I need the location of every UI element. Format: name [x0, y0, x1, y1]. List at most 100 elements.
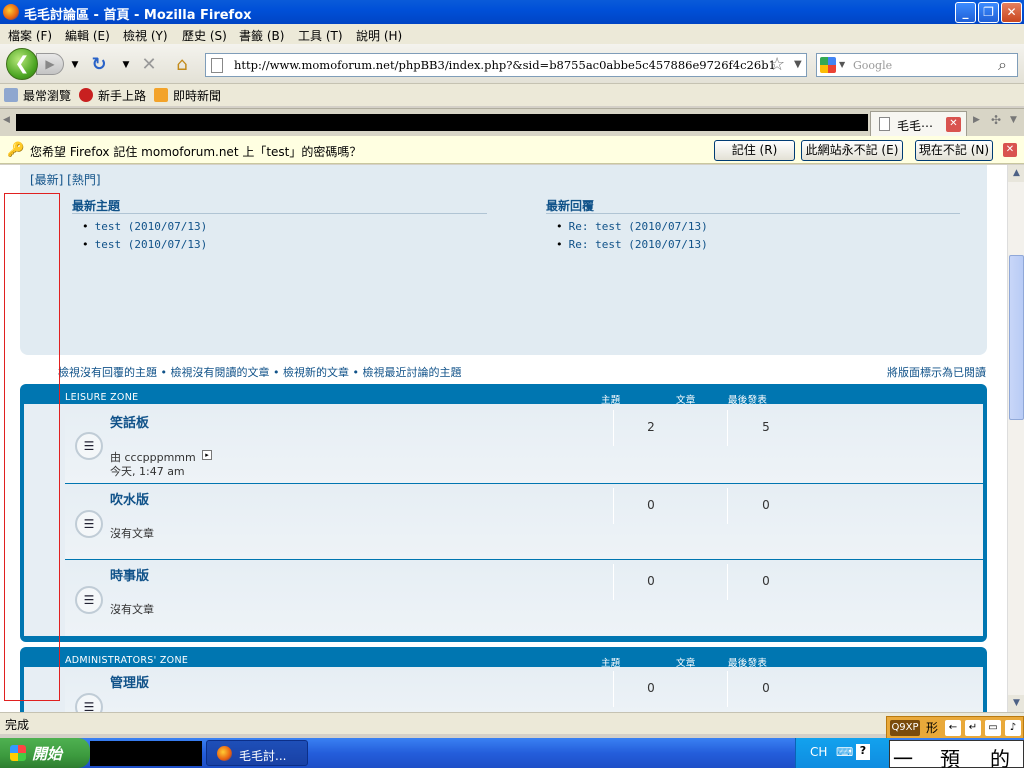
- ime-enter-icon[interactable]: ↵: [965, 720, 981, 736]
- tab-scroll-left-icon[interactable]: ◀: [3, 115, 10, 125]
- divider: [613, 564, 614, 600]
- menu-bar: 檔案 (F) 編輯 (E) 檢視 (Y) 歷史 (S) 書籤 (B) 工具 (T…: [0, 24, 1024, 44]
- close-tab-icon[interactable]: ✕: [946, 117, 961, 132]
- ime-candidate-window: 一 預 的: [889, 740, 1024, 768]
- divider: [727, 488, 728, 524]
- reload-dropdown-icon[interactable]: ▼: [115, 54, 137, 76]
- menu-tools[interactable]: 工具 (T): [298, 27, 343, 44]
- ime-toolbar: Q9XP 形 ← ↵ ▭ ♪: [886, 716, 1024, 740]
- language-indicator[interactable]: CH: [810, 745, 827, 759]
- menu-edit[interactable]: 編輯 (E): [65, 27, 110, 44]
- reload-icon[interactable]: ↻: [88, 54, 110, 76]
- search-box[interactable]: ▼ Google ⌕: [816, 53, 1018, 77]
- forward-button[interactable]: ▶: [36, 53, 64, 75]
- mark-forums-read-link[interactable]: 將版面標示為已閱讀: [887, 364, 986, 380]
- view-latest-post-icon[interactable]: ▸: [202, 450, 212, 460]
- search-icon[interactable]: ⌕: [998, 55, 1007, 75]
- menu-view[interactable]: 檢視 (Y): [123, 27, 168, 44]
- divider: [613, 410, 614, 446]
- scroll-down-icon[interactable]: ▼: [1008, 695, 1024, 712]
- history-dropdown-icon[interactable]: ▼: [64, 54, 86, 76]
- ime-sound-icon[interactable]: ♪: [1005, 720, 1021, 736]
- folder-icon: [4, 88, 18, 102]
- forum-topic-count: 0: [647, 681, 655, 695]
- url-dropdown-icon[interactable]: ▼: [794, 59, 802, 70]
- page-icon: [879, 117, 890, 131]
- search-placeholder: Google: [853, 59, 893, 72]
- vertical-scrollbar[interactable]: ▲ ▼: [1007, 165, 1024, 712]
- stop-icon[interactable]: ✕: [138, 54, 160, 76]
- back-button[interactable]: ❮: [6, 48, 38, 80]
- forum-read-icon: ☰: [75, 432, 103, 460]
- system-tray: CH ⌨ ?: [795, 738, 890, 768]
- status-bar: 完成: [0, 712, 1024, 734]
- forum-post-count: 5: [762, 420, 770, 434]
- address-bar[interactable]: http://www.momoforum.net/phpBB3/index.ph…: [205, 53, 807, 77]
- help-icon[interactable]: ?: [856, 744, 870, 760]
- search-engine-dropdown-icon[interactable]: ▼: [839, 60, 845, 69]
- forum-name[interactable]: 管理版: [110, 672, 149, 691]
- page-content: [最新] [熱門] 最新主題 test (2010/07/13) test (2…: [0, 165, 1007, 712]
- menu-history[interactable]: 歷史 (S): [182, 27, 227, 44]
- forum-name[interactable]: 時事版: [110, 565, 149, 584]
- tab-scroll-right-icon[interactable]: ▶: [973, 115, 980, 125]
- forum-read-icon: ☰: [75, 586, 103, 614]
- window-title: 毛毛討論區 - 首頁 - Mozilla Firefox: [24, 8, 252, 23]
- forum-post-count: 0: [762, 498, 770, 512]
- category-title[interactable]: ADMINISTRATORS' ZONE: [65, 655, 188, 666]
- not-now-button[interactable]: 現在不記 (N): [915, 140, 993, 161]
- redacted-tabs: [16, 114, 868, 131]
- recent-topics-panel: [最新] [熱門] 最新主題 test (2010/07/13) test (2…: [20, 165, 987, 355]
- last-post-time: 今天, 1:47 am: [110, 465, 185, 478]
- scroll-up-icon[interactable]: ▲: [1008, 165, 1024, 182]
- new-topic-link[interactable]: test (2010/07/13): [82, 220, 208, 233]
- new-reply-link[interactable]: Re: test (2010/07/13): [556, 238, 708, 251]
- menu-bookmarks[interactable]: 書籤 (B): [239, 27, 284, 44]
- forum-list: ☰ 笑話板 2 5 由 cccpppmmm ▸ 今天, 1:47 am ☰ 吹水…: [24, 404, 983, 636]
- forum-name[interactable]: 吹水版: [110, 489, 149, 508]
- ime-candidate[interactable]: 一: [893, 743, 913, 768]
- start-button[interactable]: 開始: [0, 738, 90, 768]
- ime-candidate[interactable]: 預: [940, 743, 960, 768]
- window-title-bar[interactable]: 毛毛討論區 - 首頁 - Mozilla Firefox _ ❐ ✕: [0, 0, 1024, 24]
- forum-name[interactable]: 笑話板: [110, 412, 149, 431]
- password-notification-bar: 🔑 您希望 Firefox 記住 momoforum.net 上「test」的密…: [0, 136, 1024, 164]
- list-all-tabs-icon[interactable]: ▼: [1010, 115, 1017, 125]
- menu-file[interactable]: 檔案 (F): [8, 27, 52, 44]
- restore-button[interactable]: ❐: [978, 2, 999, 23]
- scroll-thumb[interactable]: [1009, 255, 1024, 420]
- ime-candidate[interactable]: 的: [990, 743, 1010, 768]
- quick-links[interactable]: 檢視沒有回覆的主題 • 檢視沒有閱讀的文章 • 檢視新的文章 • 檢視最近討論的…: [58, 364, 461, 380]
- menu-help[interactable]: 說明 (H): [356, 27, 402, 44]
- close-window-button[interactable]: ✕: [1001, 2, 1022, 23]
- google-icon[interactable]: [820, 57, 836, 73]
- recent-tabs[interactable]: [最新] [熱門]: [30, 171, 101, 188]
- tab-active[interactable]: 毛毛⋯ ✕: [870, 111, 967, 137]
- ime-shape-label[interactable]: 形: [924, 720, 940, 736]
- divider: [727, 671, 728, 707]
- new-topic-link[interactable]: test (2010/07/13): [82, 238, 208, 251]
- close-notification-icon[interactable]: ✕: [1003, 143, 1017, 157]
- no-posts-text: 沒有文章: [110, 527, 154, 540]
- new-reply-link[interactable]: Re: test (2010/07/13): [556, 220, 708, 233]
- minimize-button[interactable]: _: [955, 2, 976, 23]
- taskbar-firefox-task[interactable]: 毛毛討...: [206, 740, 308, 766]
- category-title[interactable]: LEISURE ZONE: [65, 392, 138, 403]
- new-tab-icon[interactable]: ✣: [991, 113, 1001, 127]
- divider: [727, 564, 728, 600]
- divider: [613, 488, 614, 524]
- ime-mode-label[interactable]: Q9XP: [890, 720, 920, 736]
- forum-topic-count: 0: [647, 498, 655, 512]
- bookmark-most-visited[interactable]: 最常瀏覽: [23, 87, 71, 104]
- ime-window-icon[interactable]: ▭: [985, 720, 1001, 736]
- bookmark-latest-news[interactable]: 即時新聞: [173, 87, 221, 104]
- keyboard-icon[interactable]: ⌨: [836, 745, 853, 759]
- bookmark-star-icon[interactable]: ☆: [769, 54, 785, 75]
- forum-row: ☰ 吹水版 0 0 沒有文章: [65, 483, 983, 559]
- ime-left-icon[interactable]: ←: [945, 720, 961, 736]
- tab-label: 毛毛⋯: [897, 119, 934, 133]
- home-icon[interactable]: ⌂: [171, 54, 193, 76]
- never-for-site-button[interactable]: 此網站永不記 (E): [801, 140, 903, 161]
- bookmark-getting-started[interactable]: 新手上路: [98, 87, 146, 104]
- remember-button[interactable]: 記住 (R): [714, 140, 795, 161]
